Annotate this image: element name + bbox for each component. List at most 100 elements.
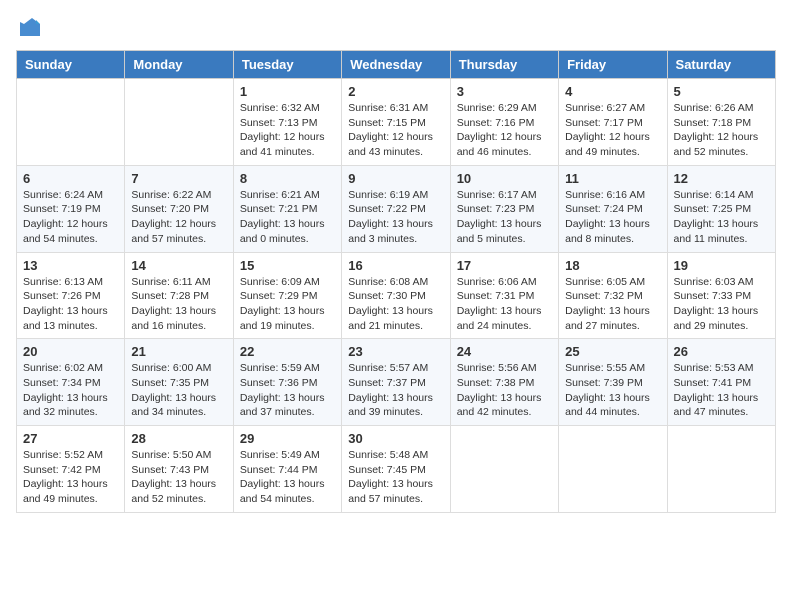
day-number: 13 — [23, 258, 118, 273]
day-info: Sunrise: 5:57 AM Sunset: 7:37 PM Dayligh… — [348, 361, 443, 420]
calendar-cell: 10 Sunrise: 6:17 AM Sunset: 7:23 PM Dayli… — [450, 165, 558, 252]
logo-icon — [18, 16, 42, 40]
calendar-table: SundayMondayTuesdayWednesdayThursdayFrid… — [16, 50, 776, 513]
day-info: Sunrise: 6:02 AM Sunset: 7:34 PM Dayligh… — [23, 361, 118, 420]
day-info: Sunrise: 6:03 AM Sunset: 7:33 PM Dayligh… — [674, 275, 769, 334]
calendar-cell: 16 Sunrise: 6:08 AM Sunset: 7:30 PM Dayli… — [342, 252, 450, 339]
day-info: Sunrise: 5:50 AM Sunset: 7:43 PM Dayligh… — [131, 448, 226, 507]
day-number: 27 — [23, 431, 118, 446]
day-number: 22 — [240, 344, 335, 359]
day-info: Sunrise: 5:48 AM Sunset: 7:45 PM Dayligh… — [348, 448, 443, 507]
day-info: Sunrise: 6:21 AM Sunset: 7:21 PM Dayligh… — [240, 188, 335, 247]
day-number: 28 — [131, 431, 226, 446]
calendar-cell: 25 Sunrise: 5:55 AM Sunset: 7:39 PM Dayli… — [559, 339, 667, 426]
calendar-cell: 3 Sunrise: 6:29 AM Sunset: 7:16 PM Daylig… — [450, 79, 558, 166]
calendar-cell: 23 Sunrise: 5:57 AM Sunset: 7:37 PM Dayli… — [342, 339, 450, 426]
day-number: 23 — [348, 344, 443, 359]
calendar-cell: 12Sunrise: 6:14 AM Sunset: 7:25 PM Dayli… — [667, 165, 775, 252]
calendar-cell: 27 Sunrise: 5:52 AM Sunset: 7:42 PM Dayli… — [17, 426, 125, 513]
calendar-cell: 30 Sunrise: 5:48 AM Sunset: 7:45 PM Dayli… — [342, 426, 450, 513]
calendar-cell: 17 Sunrise: 6:06 AM Sunset: 7:31 PM Dayli… — [450, 252, 558, 339]
day-info: Sunrise: 6:06 AM Sunset: 7:31 PM Dayligh… — [457, 275, 552, 334]
day-info: Sunrise: 5:52 AM Sunset: 7:42 PM Dayligh… — [23, 448, 118, 507]
calendar-cell: 13 Sunrise: 6:13 AM Sunset: 7:26 PM Dayli… — [17, 252, 125, 339]
day-number: 6 — [23, 171, 118, 186]
day-info: Sunrise: 5:55 AM Sunset: 7:39 PM Dayligh… — [565, 361, 660, 420]
day-header-friday: Friday — [559, 51, 667, 79]
calendar-cell: 9 Sunrise: 6:19 AM Sunset: 7:22 PM Daylig… — [342, 165, 450, 252]
calendar-cell: 28 Sunrise: 5:50 AM Sunset: 7:43 PM Dayli… — [125, 426, 233, 513]
day-header-wednesday: Wednesday — [342, 51, 450, 79]
day-number: 17 — [457, 258, 552, 273]
day-info: Sunrise: 5:56 AM Sunset: 7:38 PM Dayligh… — [457, 361, 552, 420]
logo — [16, 16, 42, 40]
day-number: 12 — [674, 171, 769, 186]
day-info: Sunrise: 5:49 AM Sunset: 7:44 PM Dayligh… — [240, 448, 335, 507]
day-number: 2 — [348, 84, 443, 99]
day-number: 9 — [348, 171, 443, 186]
day-number: 16 — [348, 258, 443, 273]
calendar-cell: 1 Sunrise: 6:32 AM Sunset: 7:13 PM Daylig… — [233, 79, 341, 166]
day-info: Sunrise: 6:19 AM Sunset: 7:22 PM Dayligh… — [348, 188, 443, 247]
calendar-cell: 21Sunrise: 6:00 AM Sunset: 7:35 PM Dayli… — [125, 339, 233, 426]
calendar-cell — [17, 79, 125, 166]
day-number: 24 — [457, 344, 552, 359]
calendar-cell: 29 Sunrise: 5:49 AM Sunset: 7:44 PM Dayli… — [233, 426, 341, 513]
calendar-cell: 2Sunrise: 6:31 AM Sunset: 7:15 PM Daylig… — [342, 79, 450, 166]
calendar-cell — [125, 79, 233, 166]
calendar-cell — [667, 426, 775, 513]
day-number: 20 — [23, 344, 118, 359]
day-info: Sunrise: 5:53 AM Sunset: 7:41 PM Dayligh… — [674, 361, 769, 420]
calendar-cell: 19 Sunrise: 6:03 AM Sunset: 7:33 PM Dayli… — [667, 252, 775, 339]
day-info: Sunrise: 6:32 AM Sunset: 7:13 PM Dayligh… — [240, 101, 335, 160]
calendar-week-row: 6Sunrise: 6:24 AM Sunset: 7:19 PM Daylig… — [17, 165, 776, 252]
day-info: Sunrise: 6:13 AM Sunset: 7:26 PM Dayligh… — [23, 275, 118, 334]
day-header-thursday: Thursday — [450, 51, 558, 79]
day-number: 10 — [457, 171, 552, 186]
day-info: Sunrise: 6:29 AM Sunset: 7:16 PM Dayligh… — [457, 101, 552, 160]
calendar-header-row: SundayMondayTuesdayWednesdayThursdayFrid… — [17, 51, 776, 79]
day-number: 14 — [131, 258, 226, 273]
day-number: 11 — [565, 171, 660, 186]
day-info: Sunrise: 6:16 AM Sunset: 7:24 PM Dayligh… — [565, 188, 660, 247]
day-header-saturday: Saturday — [667, 51, 775, 79]
day-info: Sunrise: 6:26 AM Sunset: 7:18 PM Dayligh… — [674, 101, 769, 160]
calendar-cell: 5 Sunrise: 6:26 AM Sunset: 7:18 PM Daylig… — [667, 79, 775, 166]
day-number: 4 — [565, 84, 660, 99]
day-header-monday: Monday — [125, 51, 233, 79]
day-info: Sunrise: 6:22 AM Sunset: 7:20 PM Dayligh… — [131, 188, 226, 247]
day-number: 7 — [131, 171, 226, 186]
calendar-cell: 24 Sunrise: 5:56 AM Sunset: 7:38 PM Dayli… — [450, 339, 558, 426]
page-header — [16, 16, 776, 40]
day-info: Sunrise: 6:08 AM Sunset: 7:30 PM Dayligh… — [348, 275, 443, 334]
day-info: Sunrise: 6:17 AM Sunset: 7:23 PM Dayligh… — [457, 188, 552, 247]
day-number: 8 — [240, 171, 335, 186]
day-info: Sunrise: 5:59 AM Sunset: 7:36 PM Dayligh… — [240, 361, 335, 420]
calendar-cell: 4Sunrise: 6:27 AM Sunset: 7:17 PM Daylig… — [559, 79, 667, 166]
day-number: 29 — [240, 431, 335, 446]
day-number: 21 — [131, 344, 226, 359]
calendar-cell: 11 Sunrise: 6:16 AM Sunset: 7:24 PM Dayli… — [559, 165, 667, 252]
calendar-week-row: 20 Sunrise: 6:02 AM Sunset: 7:34 PM Dayli… — [17, 339, 776, 426]
calendar-cell — [450, 426, 558, 513]
calendar-cell: 14Sunrise: 6:11 AM Sunset: 7:28 PM Dayli… — [125, 252, 233, 339]
day-number: 25 — [565, 344, 660, 359]
day-number: 3 — [457, 84, 552, 99]
calendar-cell: 7 Sunrise: 6:22 AM Sunset: 7:20 PM Daylig… — [125, 165, 233, 252]
day-info: Sunrise: 6:05 AM Sunset: 7:32 PM Dayligh… — [565, 275, 660, 334]
day-number: 30 — [348, 431, 443, 446]
day-number: 5 — [674, 84, 769, 99]
day-number: 19 — [674, 258, 769, 273]
day-number: 26 — [674, 344, 769, 359]
day-header-tuesday: Tuesday — [233, 51, 341, 79]
calendar-cell: 15 Sunrise: 6:09 AM Sunset: 7:29 PM Dayli… — [233, 252, 341, 339]
day-number: 1 — [240, 84, 335, 99]
day-info: Sunrise: 6:09 AM Sunset: 7:29 PM Dayligh… — [240, 275, 335, 334]
day-number: 15 — [240, 258, 335, 273]
day-number: 18 — [565, 258, 660, 273]
calendar-cell: 22 Sunrise: 5:59 AM Sunset: 7:36 PM Dayli… — [233, 339, 341, 426]
calendar-cell: 26 Sunrise: 5:53 AM Sunset: 7:41 PM Dayli… — [667, 339, 775, 426]
calendar-week-row: 27 Sunrise: 5:52 AM Sunset: 7:42 PM Dayli… — [17, 426, 776, 513]
calendar-week-row: 1 Sunrise: 6:32 AM Sunset: 7:13 PM Daylig… — [17, 79, 776, 166]
calendar-week-row: 13 Sunrise: 6:13 AM Sunset: 7:26 PM Dayli… — [17, 252, 776, 339]
